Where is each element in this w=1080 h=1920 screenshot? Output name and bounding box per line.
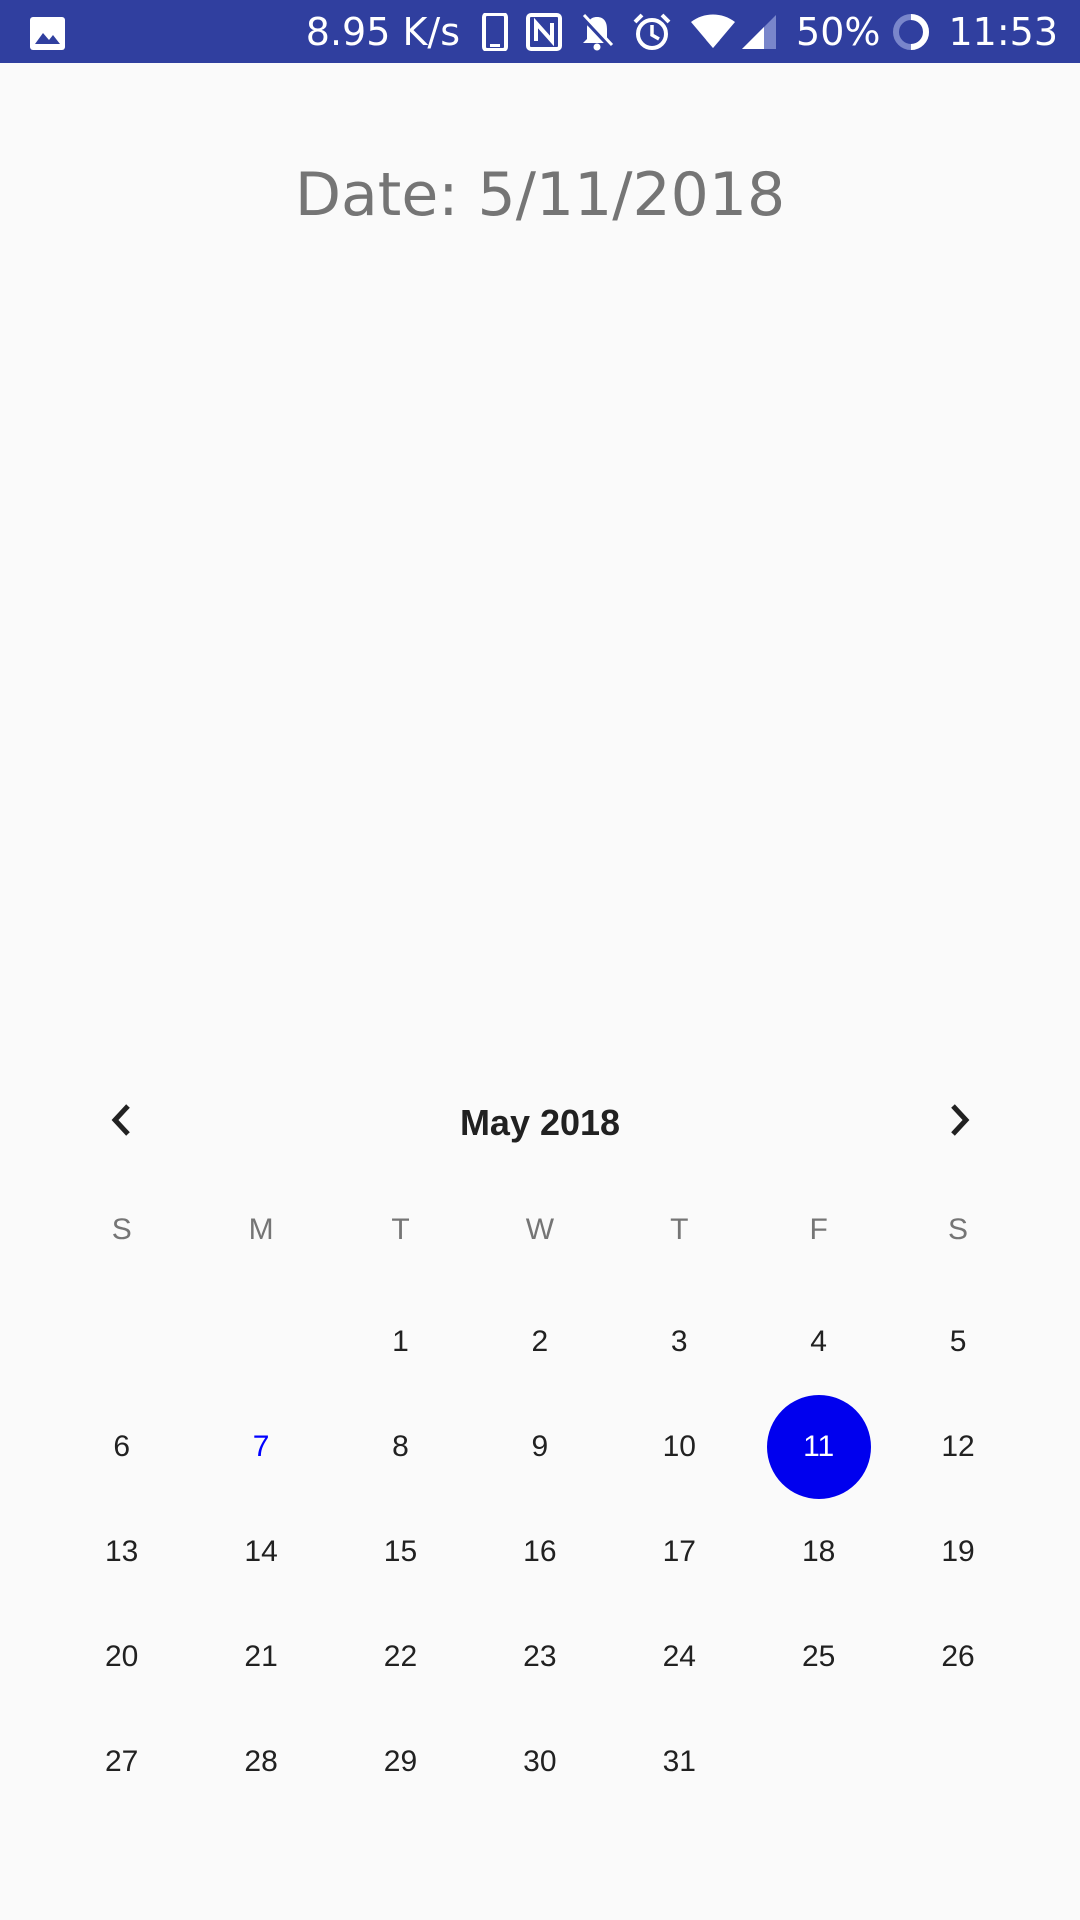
chevron-right-icon xyxy=(945,1102,975,1143)
day-number: 24 xyxy=(662,1639,696,1673)
network-speed: 8.95 K/s xyxy=(305,9,461,54)
day-number: 9 xyxy=(531,1430,549,1464)
day-cell-18[interactable]: 18 xyxy=(749,1500,888,1605)
next-month-button[interactable] xyxy=(922,1085,997,1160)
image-icon xyxy=(30,15,65,50)
day-number: 5 xyxy=(949,1325,967,1359)
day-cell-27[interactable]: 27 xyxy=(52,1709,191,1814)
day-number: 12 xyxy=(941,1430,975,1464)
day-cell-20[interactable]: 20 xyxy=(52,1604,191,1709)
day-cell-14[interactable]: 14 xyxy=(191,1500,330,1605)
empty-day-cell xyxy=(191,1290,330,1395)
day-number: 15 xyxy=(383,1534,418,1568)
phone-icon xyxy=(482,0,509,63)
day-number: 28 xyxy=(244,1744,278,1778)
day-cell-8[interactable]: 8 xyxy=(331,1395,470,1500)
day-cell-26[interactable]: 26 xyxy=(888,1604,1027,1709)
nfc-icon xyxy=(526,0,563,63)
day-cell-4[interactable]: 4 xyxy=(749,1290,888,1395)
clock: 11:53 xyxy=(948,9,1058,54)
calendar-header: May 2018 xyxy=(52,1085,1028,1160)
day-number: 22 xyxy=(383,1639,418,1673)
wifi-icon xyxy=(690,0,736,63)
weekday-label: M xyxy=(248,1213,274,1246)
weekday-label: S xyxy=(111,1213,132,1246)
day-cell-9[interactable]: 9 xyxy=(470,1395,609,1500)
day-cell-30[interactable]: 30 xyxy=(470,1709,609,1814)
status-bar: 8.95 K/s 50% 11:53 xyxy=(0,0,1080,63)
notifications-off-icon xyxy=(580,0,614,63)
day-number: 4 xyxy=(810,1325,827,1359)
day-cell-23[interactable]: 23 xyxy=(470,1604,609,1709)
day-number: 25 xyxy=(801,1639,836,1673)
day-number: 18 xyxy=(801,1534,836,1568)
day-number: 19 xyxy=(941,1534,975,1568)
day-number: 3 xyxy=(670,1325,688,1359)
day-cell-22[interactable]: 22 xyxy=(331,1604,470,1709)
weekday-label: S xyxy=(948,1213,969,1246)
day-cell-15[interactable]: 15 xyxy=(331,1500,470,1605)
day-number: 20 xyxy=(105,1639,139,1673)
empty-day-cell xyxy=(52,1290,191,1395)
day-cell-6[interactable]: 6 xyxy=(52,1395,191,1500)
day-cell-7[interactable]: 7 xyxy=(191,1395,330,1500)
day-number: 17 xyxy=(662,1534,696,1568)
weekday-label: W xyxy=(525,1213,555,1246)
calendar-view: May 2018 SMTWTFS 1 2 3 4 5 6 7 8 9 10 11 12 13 14 15 16… xyxy=(52,1085,1028,1778)
day-cell-11[interactable]: 11 xyxy=(749,1395,888,1500)
day-number: 1 xyxy=(392,1325,409,1359)
day-number: 30 xyxy=(523,1744,557,1778)
status-bar-right: 8.95 K/s 50% 11:53 xyxy=(306,0,1058,63)
day-cell-29[interactable]: 29 xyxy=(331,1709,470,1814)
day-cell-19[interactable]: 19 xyxy=(888,1500,1027,1605)
day-number: 21 xyxy=(244,1639,278,1673)
day-cell-17[interactable]: 17 xyxy=(610,1500,749,1605)
day-cell-12[interactable]: 12 xyxy=(888,1395,1027,1500)
day-cell-16[interactable]: 16 xyxy=(470,1500,609,1605)
day-cell-1[interactable]: 1 xyxy=(331,1290,470,1395)
selected-date-label: Date: 5/11/2018 xyxy=(294,160,786,230)
day-number: 10 xyxy=(662,1430,696,1464)
day-cell-28[interactable]: 28 xyxy=(191,1709,330,1814)
weekday-label: T xyxy=(670,1213,689,1246)
day-number: 16 xyxy=(523,1534,557,1568)
day-number: 27 xyxy=(105,1744,139,1778)
day-number: 29 xyxy=(383,1744,418,1778)
day-number: 26 xyxy=(941,1639,975,1673)
weekday-label: T xyxy=(391,1213,410,1246)
day-number: 2 xyxy=(531,1325,549,1359)
day-number: 6 xyxy=(113,1430,131,1464)
day-cell-31[interactable]: 31 xyxy=(610,1709,749,1814)
day-grid: 1 2 3 4 5 6 7 8 9 10 11 12 13 14 15 16 17 18 19 20 21 22 23 24 2… xyxy=(52,1290,1028,1814)
cell-signal-icon xyxy=(740,0,778,63)
day-cell-2[interactable]: 2 xyxy=(470,1290,609,1395)
day-number: 8 xyxy=(392,1430,409,1464)
day-number: 7 xyxy=(252,1430,270,1464)
day-cell-25[interactable]: 25 xyxy=(749,1604,888,1709)
day-number: 11 xyxy=(803,1430,835,1464)
weekday-label: F xyxy=(809,1213,828,1246)
day-cell-5[interactable]: 5 xyxy=(888,1290,1027,1395)
alarm-icon xyxy=(632,0,672,63)
day-cell-24[interactable]: 24 xyxy=(610,1604,749,1709)
day-number: 14 xyxy=(244,1534,278,1568)
month-title: May 2018 xyxy=(459,1102,621,1143)
day-cell-13[interactable]: 13 xyxy=(52,1500,191,1605)
day-number: 23 xyxy=(523,1639,557,1673)
battery-percent: 50% xyxy=(796,9,881,54)
weekday-header-row: SMTWTFS xyxy=(52,1210,1028,1250)
day-cell-21[interactable]: 21 xyxy=(191,1604,330,1709)
day-number: 13 xyxy=(105,1534,139,1568)
day-number: 31 xyxy=(662,1744,696,1778)
battery-icon xyxy=(892,0,930,63)
day-cell-3[interactable]: 3 xyxy=(610,1290,749,1395)
day-cell-10[interactable]: 10 xyxy=(610,1395,749,1500)
